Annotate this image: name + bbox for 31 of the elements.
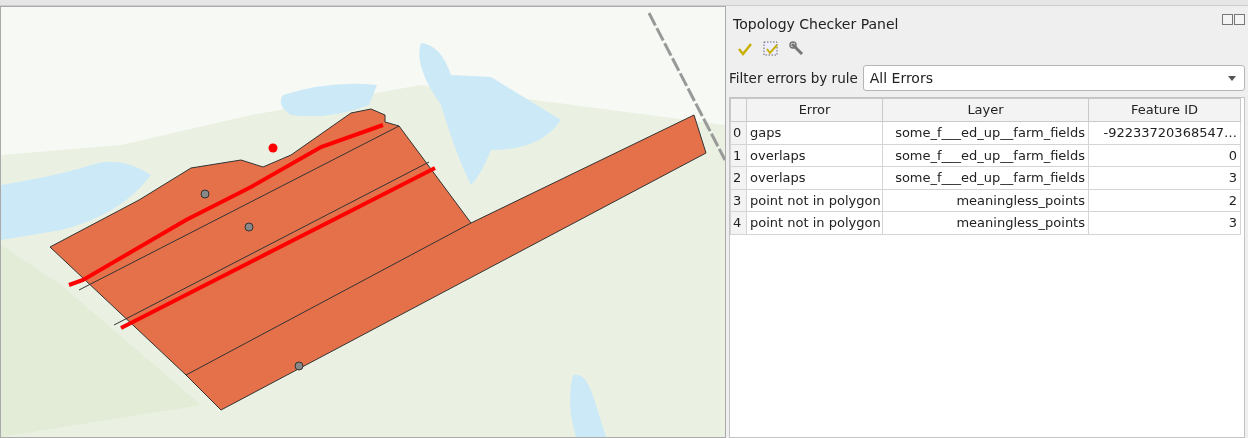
row-number[interactable]: 1 <box>730 144 747 167</box>
table-cell: 3 <box>1088 211 1241 234</box>
caret-icon <box>1228 75 1236 81</box>
table-cell: some_f___ed_up__farm_fields <box>882 166 1089 189</box>
checkmark-icon <box>737 42 753 56</box>
validate-extent-button[interactable] <box>761 39 781 59</box>
wrench-icon <box>789 41 805 57</box>
column-header[interactable]: Layer <box>882 98 1089 122</box>
rule-filter-dropdown[interactable]: All Errors <box>862 65 1245 91</box>
table-cell: meaningless_points <box>882 189 1089 212</box>
table-cell: point not in polygon <box>746 211 883 234</box>
table-cell: overlaps <box>746 166 883 189</box>
table-cell: some_f___ed_up__farm_fields <box>882 121 1089 144</box>
table-cell: 3 <box>1088 166 1241 189</box>
row-number[interactable]: 4 <box>730 211 747 234</box>
table-cell: point not in polygon <box>746 189 883 212</box>
table-cell: 2 <box>1088 189 1241 212</box>
column-header[interactable]: Error <box>746 98 883 122</box>
column-header[interactable]: Feature ID <box>1088 98 1241 122</box>
panel-title: Topology Checker Panel <box>732 15 900 34</box>
dotted-box-check-icon <box>763 41 779 57</box>
table-cell: 0 <box>1088 144 1241 167</box>
table-cell: some_f___ed_up__farm_fields <box>882 144 1089 167</box>
row-number[interactable]: 2 <box>730 166 747 189</box>
table-cell: gaps <box>746 121 883 144</box>
filter-label: Filter errors by rule <box>729 68 858 88</box>
row-number[interactable]: 3 <box>730 189 747 212</box>
table-cell: meaningless_points <box>882 211 1089 234</box>
table-cell: overlaps <box>746 144 883 167</box>
row-number[interactable]: 0 <box>730 121 747 144</box>
table-cell: -92233720368547… <box>1088 121 1241 144</box>
